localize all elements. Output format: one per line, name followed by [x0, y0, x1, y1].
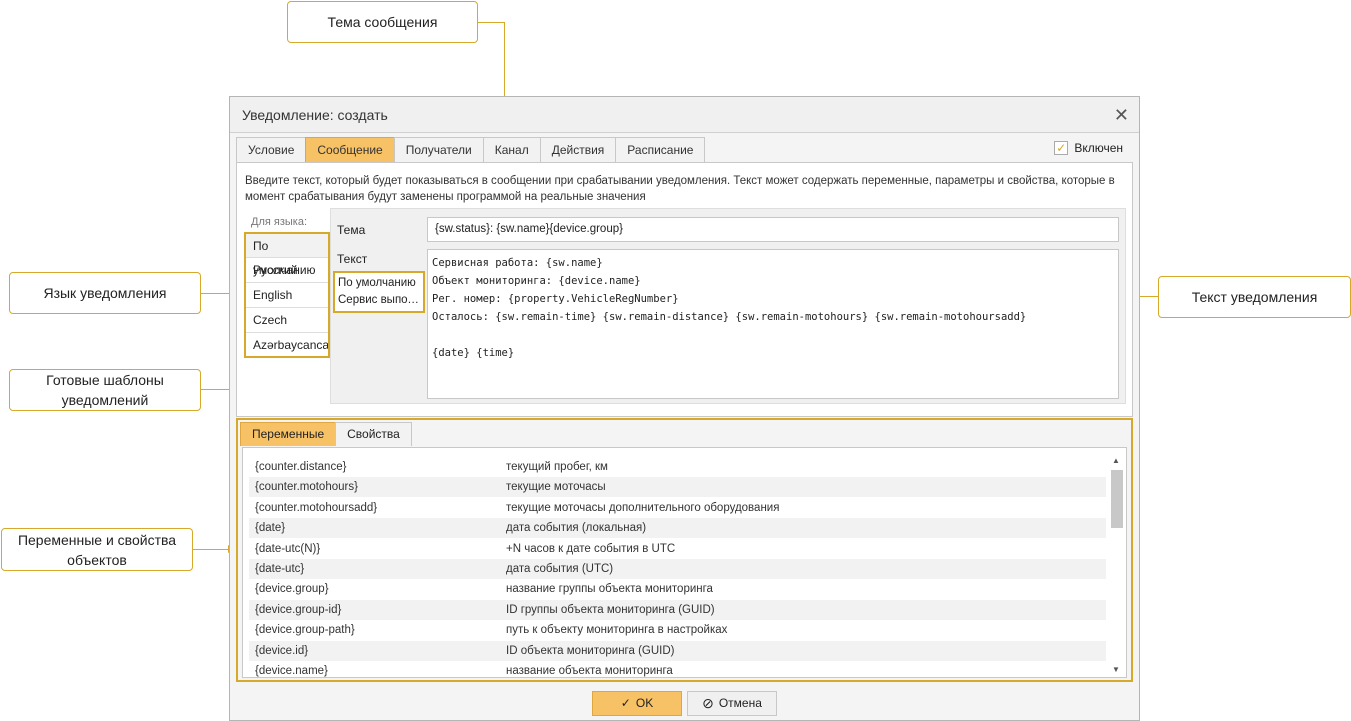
callout-language: Язык уведомления: [9, 272, 201, 314]
tab-properties[interactable]: Свойства: [335, 422, 412, 446]
variables-table: ▲ ▼ {counter.distance} текущий пробег, км…: [242, 447, 1127, 678]
dialog-tabs: Условие Сообщение Получатели Канал Дейст…: [236, 137, 706, 162]
variable-name: {date-utc}: [255, 563, 305, 575]
template-item-service[interactable]: Сервис выполн...: [338, 292, 420, 309]
scroll-thumb[interactable]: [1111, 470, 1123, 528]
variable-description: дата события (локальная): [506, 522, 647, 535]
notification-dialog: Уведомление: создать ✕ Условие Сообщение…: [229, 96, 1140, 721]
ok-button[interactable]: ✓ OK: [592, 690, 682, 716]
table-row[interactable]: {counter.motohours} текущие моточасы: [249, 477, 1106, 498]
cancel-button[interactable]: ⊘ Отмена: [687, 690, 777, 716]
dialog-footer: ✓ OK ⊘ Отмена: [230, 685, 1139, 721]
variable-name: {device.group-path}: [255, 624, 355, 637]
tab-actions[interactable]: Действия: [539, 137, 617, 162]
message-text-input[interactable]: Сервисная работа: {sw.name} Объект монит…: [427, 249, 1119, 399]
variable-name: {device.group}: [255, 583, 329, 596]
variable-description: путь к объекту мониторинга в настройках: [506, 624, 728, 637]
variable-description: ID группы объекта мониторинга (GUID): [506, 603, 715, 616]
variable-description: текущий пробег, км: [506, 461, 608, 473]
table-row[interactable]: {device.id} ID объекта мониторинга (GUID): [249, 640, 1106, 661]
table-row[interactable]: {date-utc(N)} +N часов к дате события в U…: [249, 539, 1106, 559]
for-language-label: Для языка:: [251, 216, 308, 228]
variable-description: дата события (UTC): [506, 563, 614, 575]
variable-name: {counter.distance}: [255, 461, 347, 473]
tab-recipients[interactable]: Получатели: [393, 137, 484, 162]
table-row[interactable]: {date-utc} дата события (UTC): [249, 559, 1106, 579]
dialog-title-text: Уведомление: создать: [242, 106, 388, 123]
callout-text: Текст уведомления: [1158, 276, 1351, 318]
variables-panel: Переменные Свойства ▲ ▼ {counter.distanc…: [236, 418, 1133, 682]
table-row[interactable]: {counter.distance} текущий пробег, км: [249, 457, 1106, 477]
table-row[interactable]: {date} дата события (локальная): [249, 518, 1106, 539]
scroll-down-icon[interactable]: ▼: [1112, 665, 1120, 674]
variable-description: +N часов к дате события в UTC: [506, 542, 676, 555]
variable-description: название группы объекта мониторинга: [506, 583, 713, 596]
tab-schedule[interactable]: Расписание: [615, 137, 706, 162]
subject-label: Тема: [337, 223, 366, 237]
language-item-azerbaijani[interactable]: Azərbaycanca: [245, 333, 329, 358]
variable-name: {device.group-id}: [255, 603, 342, 616]
callout-subject: Тема сообщения: [287, 1, 478, 43]
template-list: По умолчанию Сервис выполн...: [333, 271, 425, 313]
variable-name: {counter.motohours}: [255, 481, 358, 494]
tab-channel[interactable]: Канал: [482, 137, 541, 162]
variable-name: {date-utc(N)}: [255, 542, 321, 555]
description-text: Введите текст, который будет показыватьс…: [245, 175, 1115, 203]
table-row[interactable]: {device.group} название группы объекта мо…: [249, 579, 1106, 599]
callout-line: [193, 549, 229, 550]
scroll-up-icon[interactable]: ▲: [1112, 456, 1120, 465]
close-icon[interactable]: ✕: [1114, 105, 1129, 126]
variables-tabs: Переменные Свойства: [240, 422, 412, 446]
language-item-english[interactable]: English: [245, 283, 329, 308]
table-row[interactable]: {device.name} название объекта мониторинг…: [249, 661, 1106, 677]
template-item-default[interactable]: По умолчанию: [338, 275, 420, 292]
enabled-label: Включен: [1074, 141, 1123, 155]
variable-name: {device.id}: [255, 644, 309, 657]
language-item-default[interactable]: По умолчанию: [245, 233, 329, 277]
scrollbar[interactable]: ▲ ▼: [1110, 456, 1124, 674]
enabled-toggle[interactable]: ✓ Включен: [1054, 141, 1123, 155]
check-icon: ✓: [620, 696, 631, 710]
ok-label: OK: [635, 696, 654, 710]
tab-variables[interactable]: Переменные: [240, 422, 337, 446]
message-panel: Введите текст, который будет показыватьс…: [236, 162, 1133, 417]
language-list: По умолчанию Русский English Czech Azərb…: [245, 233, 329, 358]
check-icon[interactable]: ✓: [1054, 141, 1069, 155]
variable-description: название объекта мониторинга: [506, 665, 673, 677]
language-item-russian[interactable]: Русский: [245, 258, 329, 283]
dialog-title: Уведомление: создать: [230, 97, 1139, 133]
tab-condition[interactable]: Условие: [236, 137, 307, 162]
subject-input[interactable]: {sw.status}: {sw.name}{device.group}: [427, 217, 1119, 242]
table-row[interactable]: {counter.motohoursadd} текущие моточасы д…: [249, 498, 1106, 518]
variable-description: текущие моточасы дополнительного оборудо…: [506, 501, 780, 514]
callout-templates: Готовые шаблоны уведомлений: [9, 369, 201, 411]
variable-description: ID объекта мониторинга (GUID): [506, 644, 675, 657]
table-row[interactable]: {device.group-id} ID группы объекта монит…: [249, 599, 1106, 620]
callout-line: [478, 22, 505, 23]
variable-name: {counter.motohoursadd}: [255, 501, 378, 514]
cancel-icon: ⊘: [702, 694, 714, 711]
callout-variables: Переменные и свойства объектов: [1, 528, 193, 571]
cancel-label: Отмена: [718, 696, 762, 710]
variable-name: {date}: [255, 522, 286, 535]
message-editor: Тема Текст {sw.status}: {sw.name}{device…: [330, 208, 1126, 404]
text-label: Текст: [337, 252, 368, 266]
tab-message[interactable]: Сообщение: [305, 137, 395, 162]
variable-name: {device.name}: [255, 665, 328, 677]
language-item-czech[interactable]: Czech: [245, 308, 329, 333]
table-row[interactable]: {device.group-path} путь к объекту монито…: [249, 620, 1106, 640]
variable-description: текущие моточасы: [506, 481, 606, 494]
